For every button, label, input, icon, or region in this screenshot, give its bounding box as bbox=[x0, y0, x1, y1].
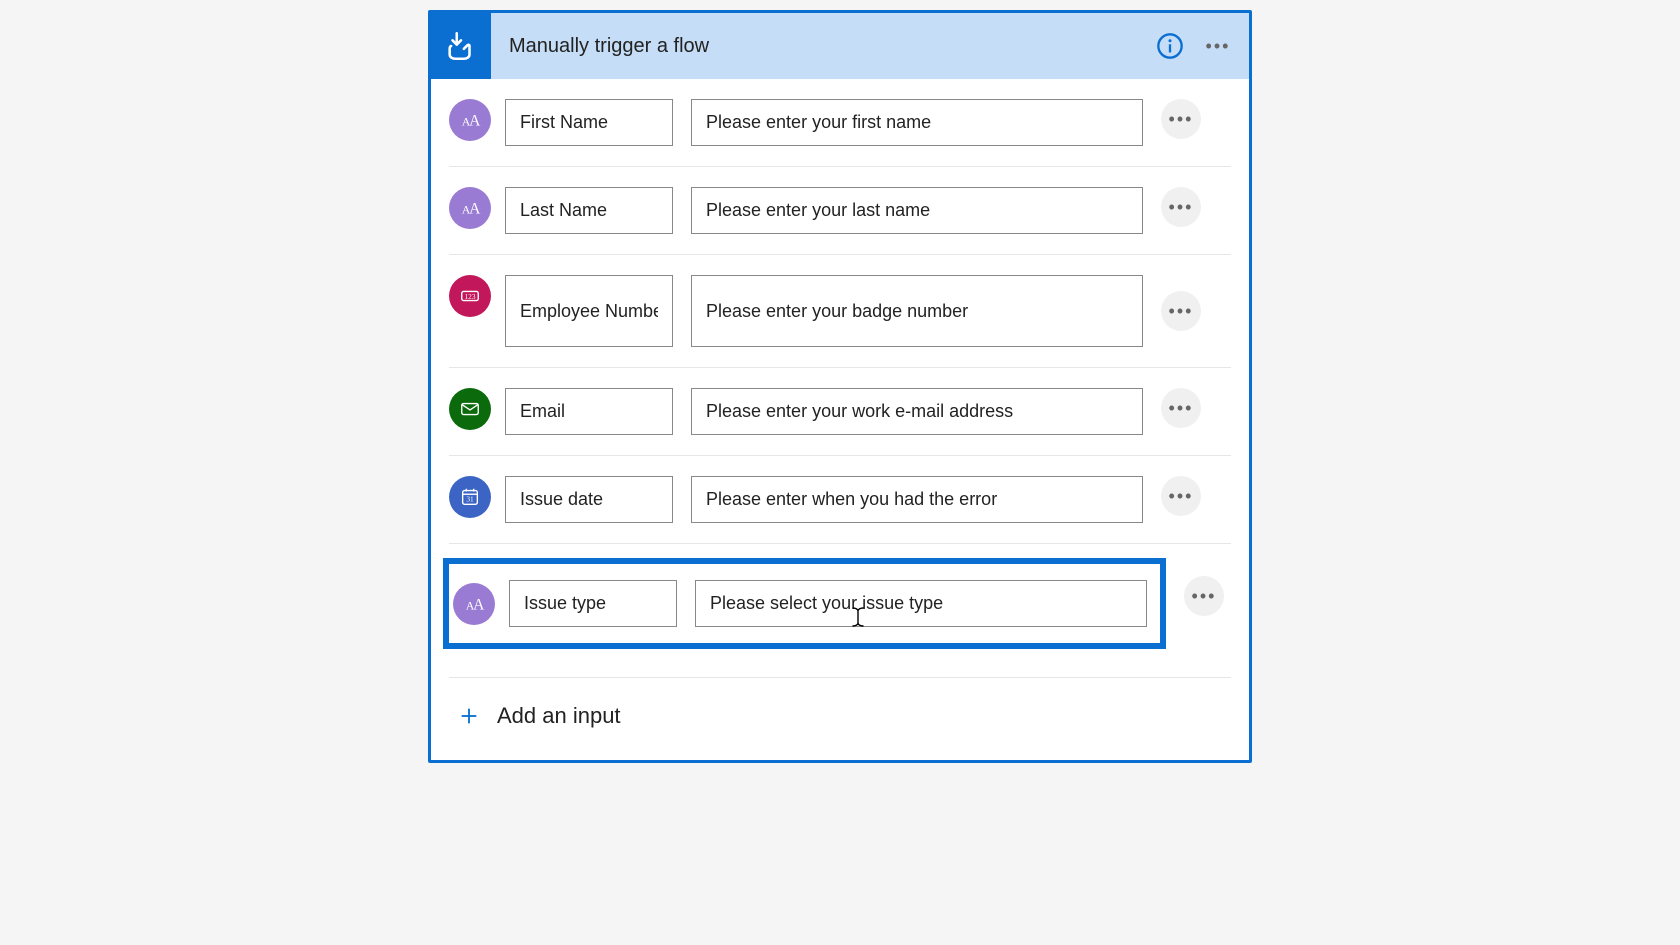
more-icon: ••• bbox=[1169, 197, 1194, 218]
more-icon: ••• bbox=[1192, 586, 1217, 607]
input-name-field[interactable] bbox=[505, 476, 673, 523]
input-name-field[interactable] bbox=[505, 275, 673, 347]
svg-text:123: 123 bbox=[465, 292, 476, 301]
svg-text:A: A bbox=[473, 596, 485, 613]
input-desc-field[interactable] bbox=[691, 275, 1143, 347]
trigger-card: Manually trigger a flow ••• AA ••• AA bbox=[428, 10, 1252, 763]
input-row: AA ••• bbox=[449, 167, 1231, 255]
date-type-icon: 31 bbox=[449, 476, 491, 518]
text-type-icon: AA bbox=[449, 187, 491, 229]
number-type-icon: 123 bbox=[449, 275, 491, 317]
card-body: AA ••• AA ••• 123 ••• bbox=[431, 79, 1249, 760]
input-name-field[interactable] bbox=[505, 99, 673, 146]
input-row-highlighted: AA ••• bbox=[449, 544, 1231, 678]
row-more-button[interactable]: ••• bbox=[1161, 476, 1201, 516]
highlight-box: AA bbox=[443, 558, 1166, 649]
text-type-icon: AA bbox=[449, 99, 491, 141]
info-icon bbox=[1156, 32, 1184, 60]
input-desc-field[interactable] bbox=[691, 187, 1143, 234]
more-icon: ••• bbox=[1169, 486, 1194, 507]
add-input-label: Add an input bbox=[497, 703, 621, 729]
input-row: ••• bbox=[449, 368, 1231, 456]
row-more-button[interactable]: ••• bbox=[1161, 388, 1201, 428]
card-header: Manually trigger a flow ••• bbox=[431, 13, 1249, 79]
row-more-button[interactable]: ••• bbox=[1184, 576, 1224, 616]
input-name-field[interactable] bbox=[505, 187, 673, 234]
more-icon: ••• bbox=[1169, 109, 1194, 130]
input-name-field[interactable] bbox=[509, 580, 677, 627]
svg-text:A: A bbox=[469, 113, 481, 130]
input-desc-field[interactable] bbox=[691, 99, 1143, 146]
header-title: Manually trigger a flow bbox=[491, 35, 1153, 58]
more-icon: ••• bbox=[1169, 301, 1194, 322]
input-desc-field[interactable] bbox=[695, 580, 1147, 627]
input-row: 123 ••• bbox=[449, 255, 1231, 368]
row-more-button[interactable]: ••• bbox=[1161, 291, 1201, 331]
svg-text:31: 31 bbox=[466, 495, 474, 504]
more-icon: ••• bbox=[1206, 36, 1231, 57]
input-desc-field[interactable] bbox=[691, 388, 1143, 435]
row-more-button[interactable]: ••• bbox=[1161, 187, 1201, 227]
more-icon: ••• bbox=[1169, 398, 1194, 419]
info-button[interactable] bbox=[1153, 29, 1187, 63]
input-name-field[interactable] bbox=[505, 388, 673, 435]
plus-icon bbox=[455, 702, 483, 730]
text-type-icon: AA bbox=[453, 583, 495, 625]
header-more-button[interactable]: ••• bbox=[1201, 29, 1235, 63]
row-more-button[interactable]: ••• bbox=[1161, 99, 1201, 139]
input-row: AA ••• bbox=[449, 79, 1231, 167]
svg-text:A: A bbox=[469, 201, 481, 218]
trigger-icon bbox=[431, 13, 491, 79]
email-type-icon bbox=[449, 388, 491, 430]
input-desc-field[interactable] bbox=[691, 476, 1143, 523]
add-input-button[interactable]: Add an input bbox=[449, 678, 1231, 760]
input-row: 31 ••• bbox=[449, 456, 1231, 544]
